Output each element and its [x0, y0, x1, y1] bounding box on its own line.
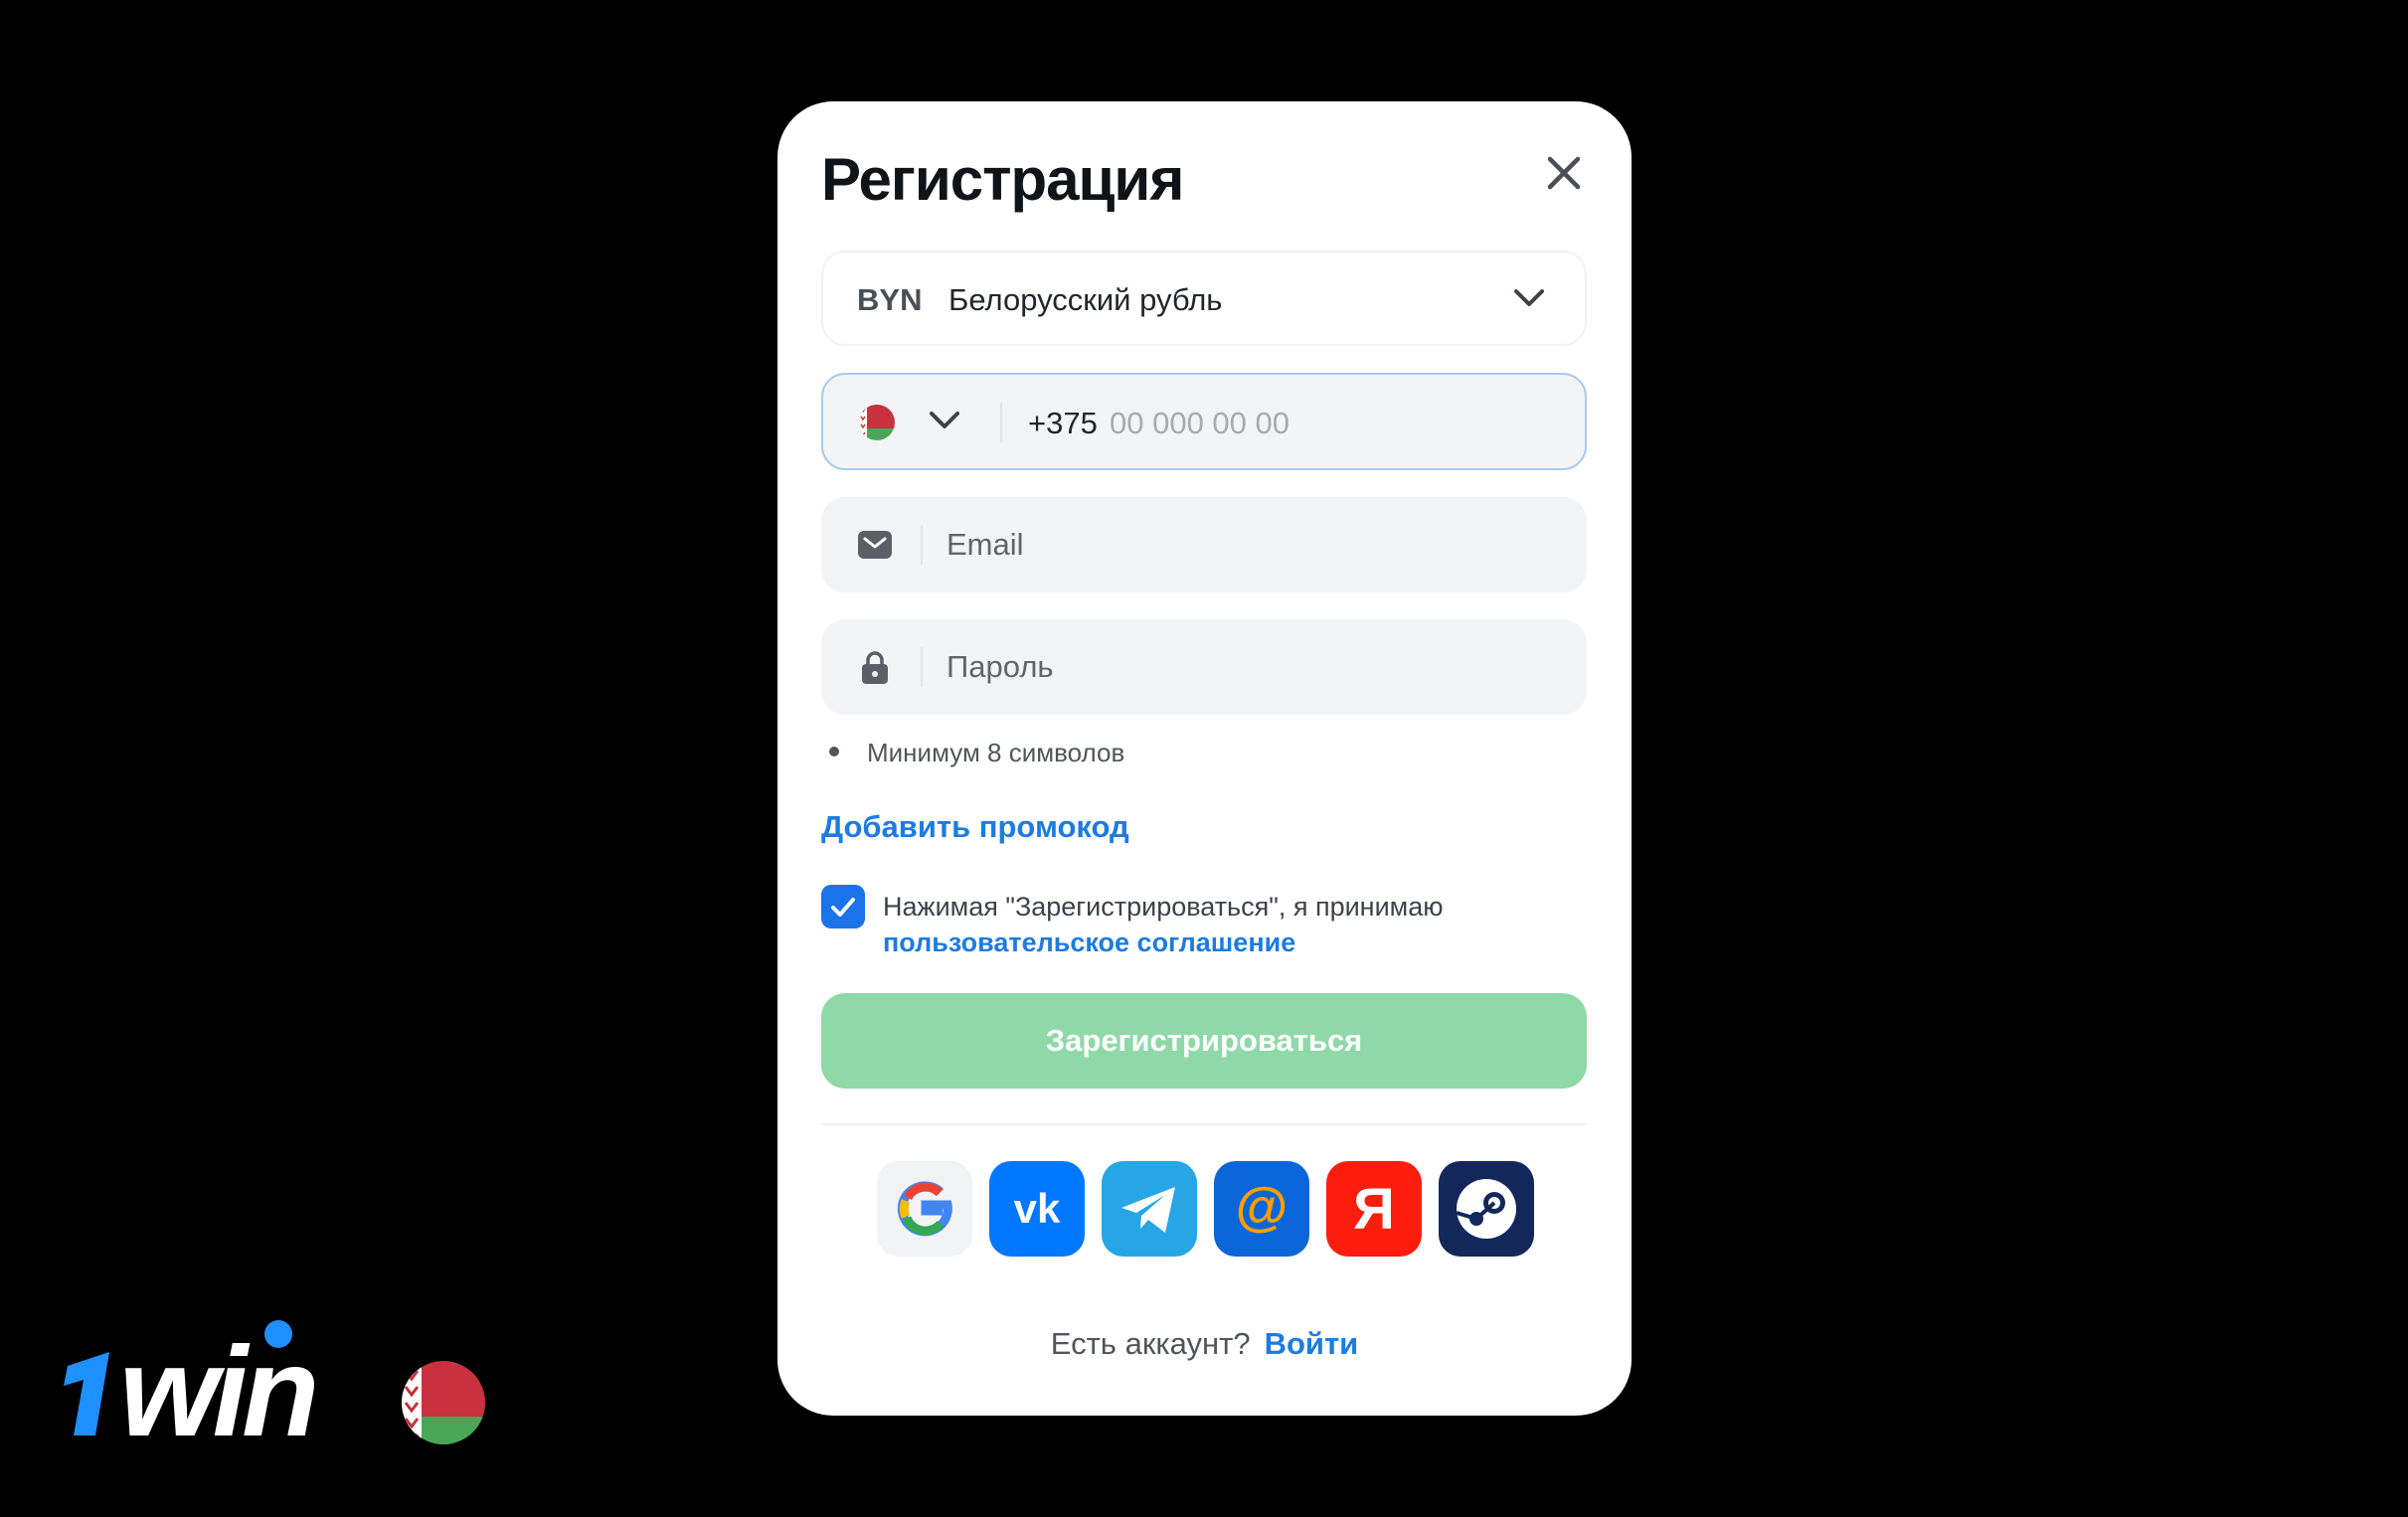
agreement-checkbox[interactable]: [821, 885, 865, 928]
password-hint-text: Минимум 8 символов: [867, 738, 1125, 767]
mailru-login-button[interactable]: @: [1214, 1161, 1309, 1257]
divider: [1000, 403, 1002, 442]
yandex-icon: Я: [1353, 1177, 1395, 1242]
yandex-login-button[interactable]: Я: [1326, 1161, 1422, 1257]
steam-login-button[interactable]: [1439, 1161, 1534, 1257]
chevron-down-icon: [1514, 289, 1544, 306]
google-icon: [897, 1181, 952, 1237]
have-account-text: Есть аккаунт?: [1050, 1326, 1251, 1361]
svg-text:@: @: [1236, 1177, 1289, 1237]
phone-input[interactable]: 00 000 00 00: [1110, 406, 1290, 441]
lock-icon: [862, 651, 888, 684]
svg-text:Я: Я: [1353, 1177, 1395, 1242]
modal-title: Регистрация: [821, 146, 1184, 213]
svg-text:vk: vk: [1014, 1185, 1061, 1232]
chevron-down-icon[interactable]: [929, 409, 960, 432]
password-hint: Минимум 8 символов: [829, 738, 1124, 768]
telegram-login-button[interactable]: [1102, 1161, 1197, 1257]
divider: [821, 1123, 1587, 1125]
divider: [921, 647, 923, 687]
phone-field[interactable]: +375 00 000 00 00: [821, 373, 1587, 470]
google-login-button[interactable]: [877, 1161, 972, 1257]
divider: [921, 525, 923, 565]
vk-icon: vk: [1014, 1185, 1061, 1232]
login-prompt: Есть аккаунт? Войти: [777, 1326, 1632, 1362]
password-field[interactable]: Пароль: [821, 619, 1587, 715]
password-input[interactable]: Пароль: [946, 649, 1054, 685]
currency-code: BYN: [857, 282, 923, 317]
mailru-icon: @: [1236, 1177, 1289, 1237]
telegram-icon: [1121, 1187, 1175, 1233]
svg-text:win: win: [119, 1321, 314, 1447]
phone-prefix: +375: [1028, 406, 1098, 440]
bullet-icon: [829, 747, 839, 758]
close-button[interactable]: [1544, 153, 1584, 193]
agreement-text: Нажимая "Зарегистрироваться", я принимаю: [883, 892, 1444, 922]
belarus-flag-icon[interactable]: [859, 405, 895, 440]
steam-icon: [1456, 1179, 1516, 1239]
social-login-row: vk @ Я: [877, 1161, 1534, 1257]
envelope-icon: [858, 531, 892, 559]
register-button[interactable]: Зарегистрироваться: [821, 993, 1587, 1089]
email-field[interactable]: Email: [821, 497, 1587, 592]
vk-login-button[interactable]: vk: [989, 1161, 1085, 1257]
1win-logo-mark: win: [64, 1320, 485, 1463]
currency-name: Белорусский рубль: [948, 282, 1223, 317]
user-agreement-link[interactable]: пользовательское соглашение: [883, 925, 1295, 960]
email-input[interactable]: Email: [946, 527, 1024, 563]
checkmark-icon: [831, 898, 855, 917]
login-link[interactable]: Войти: [1265, 1326, 1359, 1361]
registration-modal: Регистрация BYN Белорусский рубль +375 0…: [777, 101, 1632, 1416]
1win-logo: win: [58, 1318, 495, 1463]
add-promo-link[interactable]: Добавить промокод: [821, 809, 1129, 845]
currency-select[interactable]: BYN Белорусский рубль: [821, 251, 1587, 346]
close-icon: [1547, 156, 1581, 190]
